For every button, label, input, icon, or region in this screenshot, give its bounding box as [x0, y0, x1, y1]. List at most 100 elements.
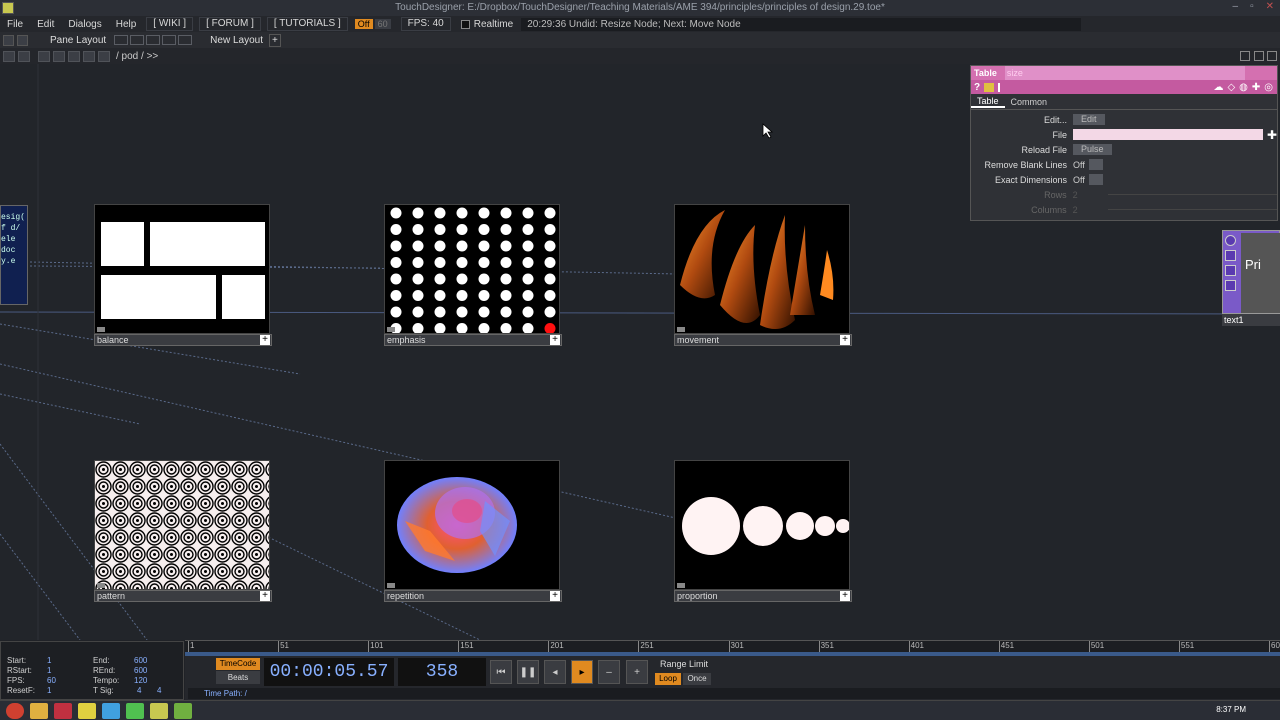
forward-icon[interactable] — [53, 50, 65, 62]
layout-preset-5[interactable] — [178, 35, 193, 45]
step-back-button[interactable]: ◂ — [544, 660, 566, 684]
fps-value[interactable]: 60 — [47, 676, 56, 685]
home-icon[interactable] — [98, 50, 110, 62]
columns-slider[interactable] — [1107, 209, 1277, 210]
realtime-checkbox[interactable] — [460, 19, 470, 29]
pane-maximize-icon[interactable] — [1254, 51, 1264, 61]
star-icon[interactable] — [83, 50, 95, 62]
file-browse-icon[interactable]: ✚ — [1267, 128, 1277, 142]
node-flag-icon[interactable] — [97, 327, 105, 332]
viewer-active-icon[interactable] — [1225, 235, 1236, 246]
python-icon[interactable] — [984, 82, 995, 92]
explorer-icon[interactable] — [30, 702, 48, 719]
node-emphasis[interactable]: emphasis + — [384, 204, 562, 346]
rstart-value[interactable]: 1 — [47, 666, 51, 675]
node-flag-icon[interactable] — [97, 583, 105, 588]
tab-table[interactable]: Table — [971, 96, 1005, 108]
bypass-icon[interactable] — [1225, 280, 1236, 291]
rewind-button[interactable]: ⏮ — [490, 660, 512, 684]
node-flag-icon[interactable] — [677, 327, 685, 332]
node-expand-icon[interactable]: + — [260, 591, 270, 601]
wiki-link[interactable]: [ WIKI ] — [146, 17, 194, 31]
node-label[interactable]: proportion + — [674, 590, 852, 602]
node-label[interactable]: pattern + — [94, 590, 272, 602]
node-expand-icon[interactable]: + — [840, 591, 850, 601]
rend-value[interactable]: 600 — [134, 666, 147, 675]
move-pane-icon[interactable] — [17, 34, 28, 46]
menu-help[interactable]: Help — [109, 19, 144, 30]
add-layout-button[interactable]: + — [268, 33, 281, 47]
pane-close-icon[interactable] — [1267, 51, 1277, 61]
node-repetition[interactable]: repetition + — [384, 460, 562, 602]
node-expand-icon[interactable]: + — [550, 591, 560, 601]
pulse-button[interactable]: Pulse — [1073, 144, 1112, 155]
node-movement[interactable]: movement + — [674, 204, 852, 346]
start-value[interactable]: 1 — [47, 656, 51, 665]
layout-preset-1[interactable] — [114, 35, 129, 45]
end-value[interactable]: 600 — [134, 656, 147, 665]
node-expand-icon[interactable]: + — [260, 335, 270, 345]
start-icon[interactable] — [6, 702, 24, 719]
frame-display[interactable]: 358 — [398, 658, 486, 686]
chrome-icon[interactable] — [102, 702, 120, 719]
split-pane-icon[interactable] — [3, 34, 14, 46]
menu-edit[interactable]: Edit — [30, 19, 61, 30]
layout-preset-3[interactable] — [146, 35, 161, 45]
file-field[interactable] — [1072, 129, 1263, 140]
node-expand-icon[interactable]: + — [550, 335, 560, 345]
tutorials-link[interactable]: [ TUTORIALS ] — [266, 17, 348, 31]
close-icon[interactable]: ✕ — [1266, 1, 1274, 12]
record-icon[interactable] — [54, 702, 72, 719]
perf-rate[interactable]: 60 — [374, 19, 391, 29]
app-icon[interactable] — [2, 2, 14, 14]
node-label[interactable]: repetition + — [384, 590, 562, 602]
step-plus-button[interactable]: + — [626, 660, 648, 684]
stop-icon[interactable] — [18, 50, 30, 62]
remove-blank-toggle[interactable] — [1088, 159, 1103, 170]
color-icon[interactable]: ◍ — [1239, 82, 1248, 93]
play-button[interactable]: ▸ — [571, 660, 593, 684]
time-path[interactable]: Time Path: / — [188, 688, 1280, 699]
tab-common[interactable]: Common — [1005, 97, 1054, 107]
comment-icon[interactable]: ☁ — [1213, 82, 1223, 93]
edit-button[interactable]: Edit — [1073, 114, 1105, 125]
node-balance[interactable]: balance + — [94, 204, 272, 346]
op-name-field[interactable]: size — [1004, 66, 1245, 80]
back-icon[interactable] — [38, 50, 50, 62]
node-pattern[interactable]: pattern + — [94, 460, 272, 602]
browser-icon[interactable] — [126, 702, 144, 719]
exact-dim-toggle[interactable] — [1088, 174, 1103, 185]
node-proportion[interactable]: proportion + — [674, 460, 852, 602]
network-path[interactable]: / pod / >> — [116, 51, 158, 62]
node-expand-icon[interactable]: + — [840, 335, 850, 345]
minimize-icon[interactable]: – — [1233, 1, 1239, 12]
layout-preset-4[interactable] — [162, 35, 177, 45]
pane-options-icon[interactable] — [1240, 51, 1250, 61]
tsig-value-2[interactable]: 4 — [157, 686, 161, 695]
tempo-value[interactable]: 120 — [134, 676, 147, 685]
pause-button[interactable]: ❚❚ — [517, 660, 539, 684]
perf-toggle[interactable]: Off — [354, 19, 373, 29]
columns-value[interactable]: 2 — [1073, 205, 1078, 215]
node-flag-icon[interactable] — [387, 327, 395, 332]
target-icon[interactable]: ◎ — [1264, 82, 1273, 93]
tag-icon[interactable]: ◇ — [1227, 82, 1235, 93]
arrow-icon[interactable] — [1225, 265, 1236, 276]
edit-icon[interactable] — [1225, 250, 1236, 261]
expand-icon[interactable]: ✚ — [1252, 82, 1260, 93]
touchdesigner-icon[interactable] — [150, 702, 168, 719]
node-flag-icon[interactable] — [677, 583, 685, 588]
notes-icon[interactable] — [78, 702, 96, 719]
pane-menu-icon[interactable] — [3, 50, 15, 62]
rows-slider[interactable] — [1107, 194, 1277, 195]
menu-dialogs[interactable]: Dialogs — [61, 19, 108, 30]
partial-text-node[interactable]: esig( f d/ ele doc y.e — [0, 205, 28, 305]
node-label[interactable]: movement + — [674, 334, 852, 346]
info-icon[interactable] — [998, 82, 1001, 92]
timecode-display[interactable]: 00:00:05.57 — [264, 658, 394, 686]
tsig-value-1[interactable]: 4 — [137, 686, 141, 695]
once-button[interactable]: Once — [683, 673, 711, 685]
node-text1[interactable]: Pri text1 — [1222, 230, 1280, 326]
menu-file[interactable]: File — [0, 19, 30, 30]
app-icon-extra[interactable] — [174, 702, 192, 719]
